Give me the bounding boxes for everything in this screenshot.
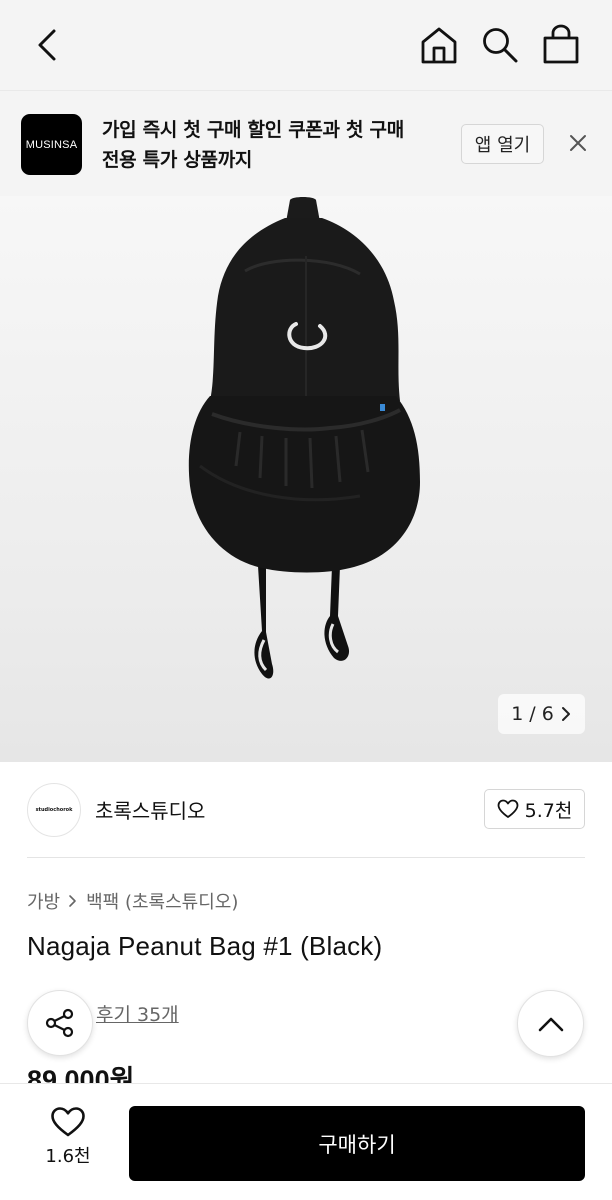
buy-button[interactable]: 구매하기 — [129, 1106, 585, 1181]
chevron-right-icon — [69, 895, 76, 907]
product-title: Nagaja Peanut Bag #1 (Black) — [27, 931, 383, 961]
pager-current: 1 — [511, 703, 524, 725]
share-icon — [45, 1008, 74, 1038]
pager-separator: / — [529, 703, 536, 725]
pager-total: 6 — [541, 703, 554, 725]
chevron-up-icon — [538, 1017, 563, 1031]
app-promo-banner: MUSINSA 가입 즉시 첫 구매 할인 쿠폰과 첫 구매 전용 특가 상품까… — [0, 90, 612, 196]
chevron-left-icon — [38, 29, 56, 61]
bottom-action-bar: 1.6천 구매하기 — [0, 1083, 612, 1200]
cart-button[interactable] — [542, 24, 580, 64]
share-button[interactable] — [27, 990, 93, 1056]
divider — [27, 857, 585, 858]
scroll-to-top-button[interactable] — [517, 990, 584, 1057]
search-button[interactable] — [481, 26, 519, 64]
musinsa-logo: MUSINSA — [21, 114, 82, 175]
image-pager[interactable]: 1 / 6 — [498, 694, 585, 734]
close-icon — [570, 135, 586, 151]
breadcrumb: 가방 백팩 (초록스튜디오) — [27, 888, 238, 914]
brand-like-button[interactable]: 5.7천 — [484, 789, 585, 829]
open-app-button[interactable]: 앱 열기 — [461, 124, 544, 164]
close-banner-button[interactable] — [565, 130, 591, 156]
back-button[interactable] — [30, 26, 66, 64]
chevron-right-icon — [561, 707, 570, 721]
brand-name[interactable]: 초록스튜디오 — [95, 795, 205, 824]
brand-row: studiochorok 초록스튜디오 5.7천 — [0, 762, 612, 858]
review-link[interactable]: 후기 35개 — [96, 1000, 179, 1027]
promo-message-line2: 전용 특가 상품까지 — [102, 149, 253, 171]
wishlist-button[interactable]: 1.6천 — [30, 1106, 106, 1176]
wishlist-count: 1.6천 — [45, 1146, 91, 1167]
promo-message: 가입 즉시 첫 구매 할인 쿠폰과 첫 구매 전용 특가 상품까지 — [102, 115, 442, 175]
brand-logo[interactable]: studiochorok — [27, 783, 81, 837]
heart-icon — [497, 799, 519, 818]
breadcrumb-item-subcategory[interactable]: 백팩 (초록스튜디오) — [86, 888, 238, 914]
breadcrumb-item-category[interactable]: 가방 — [27, 888, 60, 914]
home-button[interactable] — [420, 26, 458, 64]
shopping-bag-icon — [543, 24, 579, 64]
brand-like-count: 5.7천 — [524, 799, 573, 822]
product-image-gallery[interactable]: 1 / 6 — [0, 196, 612, 762]
search-icon — [483, 28, 518, 63]
top-navigation-bar — [0, 0, 612, 90]
product-image — [188, 197, 420, 679]
heart-icon — [51, 1107, 85, 1137]
home-icon — [421, 27, 457, 64]
promo-message-line1: 가입 즉시 첫 구매 할인 쿠폰과 첫 구매 — [102, 119, 404, 141]
